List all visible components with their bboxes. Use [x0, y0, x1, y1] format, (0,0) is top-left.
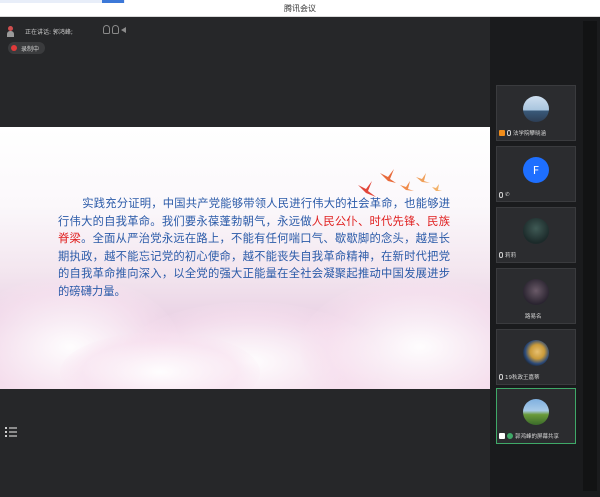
participant-name-row: ✆ [499, 192, 510, 198]
panel-scrollbar[interactable] [583, 21, 597, 491]
main-stage: 正在讲话: 郭鸿峰; 录制中 实践充分证明，中国共产党能够带领人民进行伟大的社会 [0, 17, 490, 497]
slide-paragraph: 实践充分证明，中国共产党能够带领人民进行伟大的社会革命，也能够进行伟大的自我革命… [58, 195, 450, 300]
pearl-earring-avatar-icon [523, 340, 549, 366]
recording-badge[interactable]: 录制中 [8, 42, 46, 54]
participant-name-row: 路易名 [499, 312, 542, 320]
speaking-indicator: 正在讲话: 郭鸿峰; [6, 25, 73, 37]
participant-tile[interactable]: F ✆ [496, 146, 576, 202]
record-dot-icon [11, 45, 17, 51]
audio-controls[interactable] [103, 25, 129, 34]
mic-icon [499, 252, 503, 258]
participant-tile[interactable]: 19秋政王嘉蒂 [496, 329, 576, 385]
anime-avatar-icon [523, 218, 549, 244]
mic-icon [507, 433, 513, 439]
participant-name: 19秋政王嘉蒂 [505, 375, 540, 381]
title-bar: 腾讯会议 [0, 0, 600, 17]
speaking-label: 正在讲话: 郭鸿峰; [25, 28, 73, 36]
person-icon [6, 25, 15, 37]
participant-tile[interactable]: 莉莉 [496, 207, 576, 263]
landscape-avatar-icon [523, 399, 549, 425]
participant-name: 法学院攀晓涵 [513, 131, 547, 137]
screen-share-icon [499, 433, 505, 439]
landscape-avatar-icon [523, 96, 549, 122]
slide-text-part-2: 。全面从严治党永远在路上，不能有任何喘口气、歇歇脚的念头，越是长期执政，越不能忘… [58, 232, 450, 298]
participant-name-row: 郭鸿峰的屏幕共享 [499, 432, 559, 440]
speaker-icon[interactable] [103, 25, 110, 34]
participant-tile[interactable]: 法学院攀晓涵 [496, 85, 576, 141]
mic-icon [499, 192, 503, 198]
meeting-window: 腾讯会议 正在讲话: 郭鸿峰; 录制中 实践充分证明，中国共产党能够带领人民进行… [0, 0, 600, 497]
list-icon[interactable] [4, 426, 18, 438]
participants-panel: 法学院攀晓涵 F ✆ 莉莉 路易名 19秋政王嘉蒂 郭鸿峰的屏幕共享 [490, 17, 600, 497]
speaker-icon[interactable] [112, 25, 119, 34]
participant-name-row: 19秋政王嘉蒂 [499, 373, 540, 381]
participant-tile-active[interactable]: 郭鸿峰的屏幕共享 [496, 388, 576, 444]
participant-name: 莉莉 [505, 253, 517, 259]
recording-label: 录制中 [21, 45, 40, 53]
shared-slide: 实践充分证明，中国共产党能够带领人民进行伟大的社会革命，也能够进行伟大的自我革命… [0, 127, 490, 389]
letter-avatar-icon: F [523, 157, 549, 183]
anime-avatar-icon [523, 279, 549, 305]
participant-name-row: 法学院攀晓涵 [499, 129, 546, 137]
mic-icon [499, 374, 503, 380]
back-arrow-icon[interactable] [121, 25, 129, 34]
participant-name: ✆ [505, 192, 510, 198]
participant-tile[interactable]: 路易名 [496, 268, 576, 324]
window-title: 腾讯会议 [284, 4, 316, 13]
participant-name: 郭鸿峰的屏幕共享 [515, 434, 560, 440]
mic-icon [507, 130, 511, 136]
host-icon [499, 130, 505, 136]
participant-name: 路易名 [525, 314, 542, 320]
participant-name-row: 莉莉 [499, 251, 516, 259]
